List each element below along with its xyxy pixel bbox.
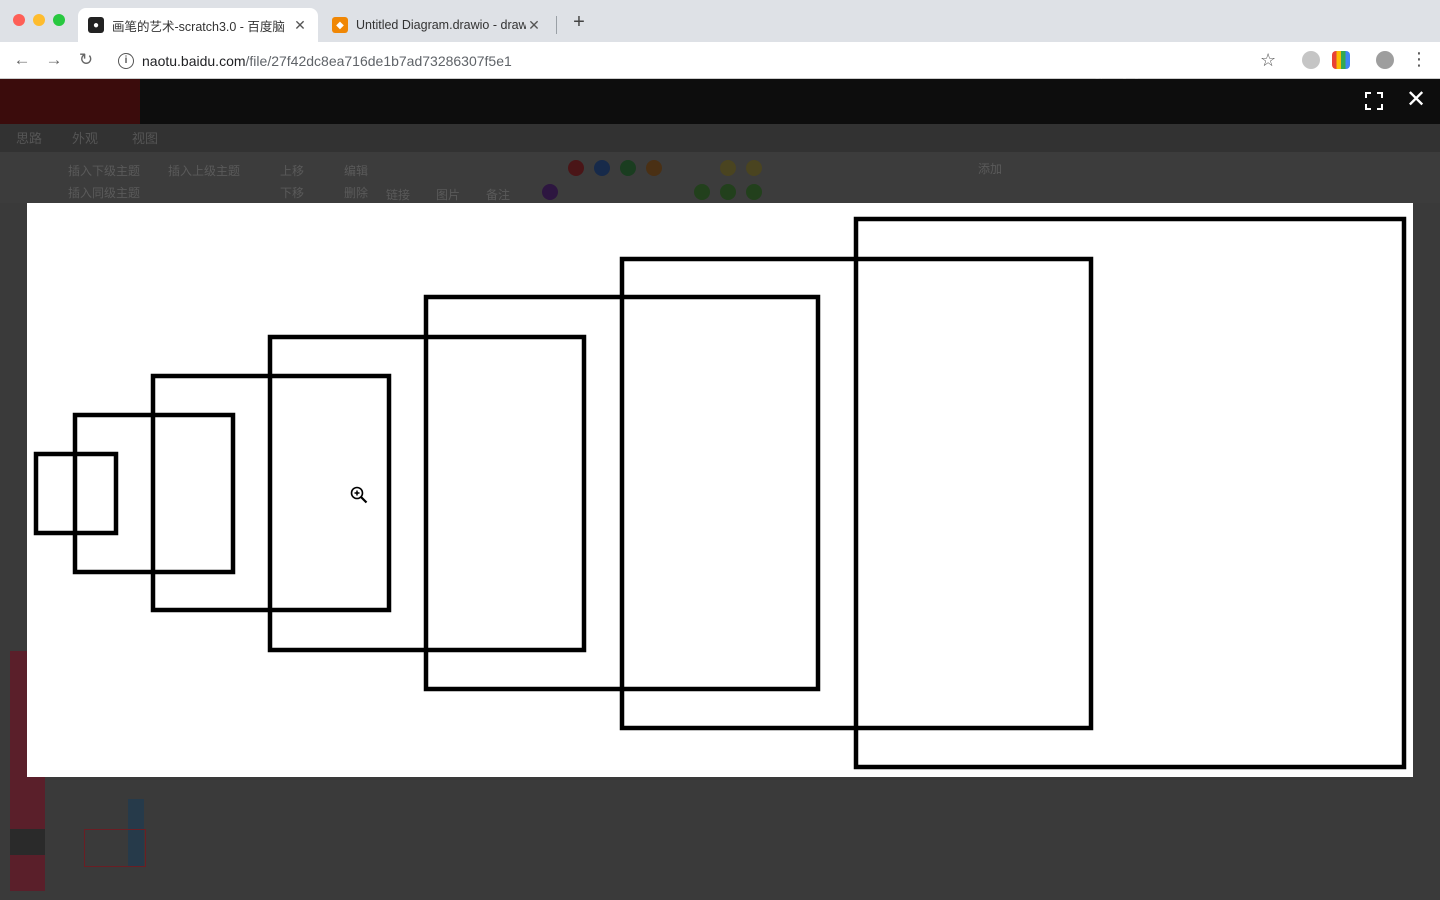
nested-squares-drawing bbox=[33, 216, 1407, 770]
fullscreen-icon[interactable] bbox=[1364, 91, 1384, 111]
drawio-icon: ◆ bbox=[332, 17, 348, 33]
app-toolbar: 插入下级主题 插入上级主题 插入同级主题 上移 下移 编辑 删除 链接 图片 备… bbox=[0, 152, 1440, 203]
close-preview-icon[interactable]: ✕ bbox=[1406, 88, 1426, 112]
progress-icon[interactable] bbox=[720, 184, 736, 200]
url-host: naotu.baidu.com bbox=[142, 52, 246, 69]
square-7 bbox=[853, 216, 1407, 770]
reload-icon[interactable]: ↻ bbox=[76, 50, 96, 70]
priority-3-icon[interactable] bbox=[620, 160, 636, 176]
insert-parent-button[interactable]: 插入上级主题 bbox=[168, 162, 240, 179]
extension-icon[interactable] bbox=[1332, 51, 1350, 69]
progress-icon[interactable] bbox=[720, 160, 736, 176]
insert-child-button[interactable]: 插入下级主题 bbox=[68, 162, 140, 179]
extension-icon[interactable] bbox=[1302, 51, 1320, 69]
watermark: ——机器人工作室 bbox=[1030, 50, 1271, 81]
move-down-button[interactable]: 下移 bbox=[280, 184, 304, 201]
tab-appearance[interactable]: 外观 bbox=[72, 128, 98, 147]
insert-sibling-button[interactable]: 插入同级主题 bbox=[68, 184, 140, 201]
forward-arrow-icon[interactable]: → bbox=[44, 50, 64, 70]
zoom-in-cursor-icon bbox=[350, 486, 368, 504]
tab-idea[interactable]: 思路 bbox=[16, 128, 42, 147]
info-icon[interactable]: i bbox=[118, 52, 134, 69]
browser-tab-naotu[interactable]: ● 画笔的艺术-scratch3.0 - 百度脑 ✕ bbox=[78, 8, 318, 42]
delete-button[interactable]: 删除 bbox=[344, 184, 368, 201]
app-tab-bar: 思路 外观 视图 bbox=[0, 124, 1440, 152]
priority-5-icon[interactable] bbox=[542, 184, 558, 200]
window-minimize-button[interactable] bbox=[33, 14, 45, 26]
progress-icon[interactable] bbox=[694, 184, 710, 200]
app-topbar: ✕ bbox=[0, 79, 1440, 124]
new-tab-button[interactable]: + bbox=[568, 11, 590, 33]
tab-separator bbox=[556, 16, 557, 34]
owl-icon: ● bbox=[88, 17, 104, 33]
browser-menu-icon[interactable]: ⋮ bbox=[1410, 49, 1428, 70]
link-button[interactable]: 链接 bbox=[386, 186, 410, 203]
window-close-button[interactable] bbox=[13, 14, 25, 26]
bookmark-star-icon[interactable]: ☆ bbox=[1260, 50, 1276, 71]
profile-avatar[interactable] bbox=[1376, 51, 1394, 69]
minimap-viewport[interactable] bbox=[84, 829, 146, 867]
app-logo bbox=[0, 79, 140, 124]
url-path: /file/27f42dc8ea716de1b7ad73286307f5e1 bbox=[245, 52, 512, 69]
browser-tab-drawio[interactable]: ◆ Untitled Diagram.drawio - draw ✕ bbox=[322, 8, 552, 42]
window-zoom-button[interactable] bbox=[53, 14, 65, 26]
browser-tab-bar: ● 画笔的艺术-scratch3.0 - 百度脑 ✕ ◆ Untitled Di… bbox=[0, 0, 1440, 42]
priority-1-icon[interactable] bbox=[568, 160, 584, 176]
move-up-button[interactable]: 上移 bbox=[280, 162, 304, 179]
priority-4-icon[interactable] bbox=[646, 160, 662, 176]
progress-icon[interactable] bbox=[746, 184, 762, 200]
progress-icon[interactable] bbox=[746, 160, 762, 176]
back-arrow-icon[interactable]: ← bbox=[12, 50, 32, 70]
tab-title: 画笔的艺术-scratch3.0 - 百度脑 bbox=[112, 19, 285, 34]
minimap[interactable] bbox=[80, 769, 180, 879]
tab-close-icon[interactable]: ✕ bbox=[292, 17, 308, 34]
add-resource-button[interactable]: 添加 bbox=[978, 160, 1002, 177]
tab-title: Untitled Diagram.drawio - draw bbox=[356, 18, 526, 32]
tab-view[interactable]: 视图 bbox=[132, 128, 158, 147]
priority-2-icon[interactable] bbox=[594, 160, 610, 176]
edit-button[interactable]: 编辑 bbox=[344, 162, 368, 179]
eye-icon[interactable] bbox=[10, 829, 45, 855]
note-button[interactable]: 备注 bbox=[486, 186, 510, 203]
tab-close-icon[interactable]: ✕ bbox=[526, 17, 542, 34]
image-preview[interactable] bbox=[27, 203, 1413, 777]
image-button[interactable]: 图片 bbox=[436, 186, 460, 203]
